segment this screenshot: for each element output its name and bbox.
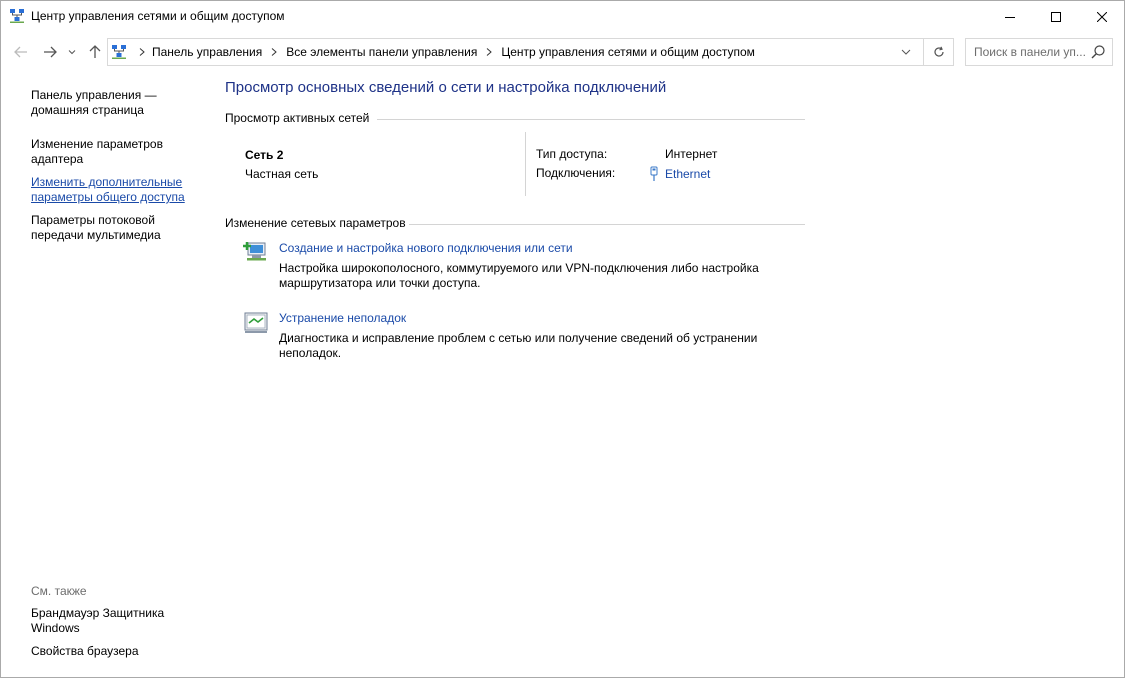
breadcrumb-item-network-center[interactable]: Центр управления сетями и общим доступом [501,45,755,59]
sidebar-item-control-panel-home[interactable]: Панель управления — домашняя страница [31,88,201,118]
active-networks-heading: Просмотр активных сетей [225,111,370,125]
see-also-heading: См. также [31,584,87,598]
see-also-item-browser-properties[interactable]: Свойства браузера [31,644,201,659]
minimize-icon [1005,16,1015,18]
refresh-button[interactable] [923,39,953,65]
breadcrumb-separator-icon[interactable] [262,48,286,56]
sidebar-item-advanced-sharing-settings[interactable]: Изменить дополнительные параметры общего… [31,175,201,205]
section-divider [377,119,805,120]
search-input[interactable] [966,39,1088,65]
search-icon[interactable] [1090,44,1106,60]
network-type: Частная сеть [245,167,319,181]
ethernet-connection-label[interactable]: Ethernet [665,167,710,181]
minimize-button[interactable] [987,1,1033,32]
section-divider [409,224,805,225]
network-center-app-icon [10,9,24,23]
see-also-item-firewall[interactable]: Брандмауэр Защитника Windows [31,606,181,636]
up-button[interactable] [85,41,105,63]
breadcrumb: Панель управления Все элементы панели уп… [132,39,755,65]
refresh-icon [933,46,944,57]
network-info-divider [525,132,526,196]
new-connection-link[interactable]: Создание и настройка нового подключения … [279,241,573,255]
page-title: Просмотр основных сведений о сети и наст… [225,79,667,96]
troubleshoot-icon [244,312,268,333]
main-content: Просмотр основных сведений о сети и наст… [225,69,825,677]
chevron-down-icon [901,49,911,55]
new-connection-icon [243,242,266,261]
forward-button[interactable] [40,41,60,63]
ethernet-icon [650,166,658,181]
change-settings-heading: Изменение сетевых параметров [225,216,406,230]
arrow-left-icon [14,46,27,58]
window-title: Центр управления сетями и общим доступом [31,9,285,23]
address-history-button[interactable] [894,39,918,65]
access-type-value: Интернет [665,147,718,161]
sidebar-item-change-adapter-settings[interactable]: Изменение параметров адаптера [31,137,201,167]
arrow-right-icon [44,46,57,58]
breadcrumb-separator-icon[interactable] [477,48,501,56]
sidebar-item-media-streaming[interactable]: Параметры потоковой передачи мультимедиа [31,213,181,243]
troubleshoot-link[interactable]: Устранение неполадок [279,311,406,325]
connections-label: Подключения: [536,166,616,180]
close-icon [1097,11,1107,22]
navigation-bar: Панель управления Все элементы панели уп… [1,35,1124,69]
breadcrumb-separator-icon[interactable] [132,48,152,56]
troubleshoot-description: Диагностика и исправление проблем с сеть… [279,331,758,360]
maximize-icon [1051,11,1061,22]
breadcrumb-item-all-items[interactable]: Все элементы панели управления [286,45,477,59]
access-type-label: Тип доступа: [536,147,608,161]
recent-locations-button[interactable] [65,41,79,63]
back-button[interactable] [11,41,31,63]
network-name: Сеть 2 [245,148,284,162]
control-panel-icon [112,45,126,59]
arrow-up-icon [89,45,101,58]
chevron-down-icon [68,50,76,55]
close-button[interactable] [1079,1,1124,32]
address-bar[interactable]: Панель управления Все элементы панели уп… [107,38,954,66]
tasks-pane: Панель управления — домашняя страница Из… [1,69,211,677]
title-bar: Центр управления сетями и общим доступом [1,1,1124,32]
search-box[interactable] [965,38,1113,66]
breadcrumb-item-control-panel[interactable]: Панель управления [152,45,262,59]
ethernet-connection-link[interactable]: Ethernet [650,166,710,182]
maximize-button[interactable] [1033,1,1079,32]
new-connection-description: Настройка широкополосного, коммутируемог… [279,261,759,290]
network-center-window: Центр управления сетями и общим доступом [0,0,1125,678]
